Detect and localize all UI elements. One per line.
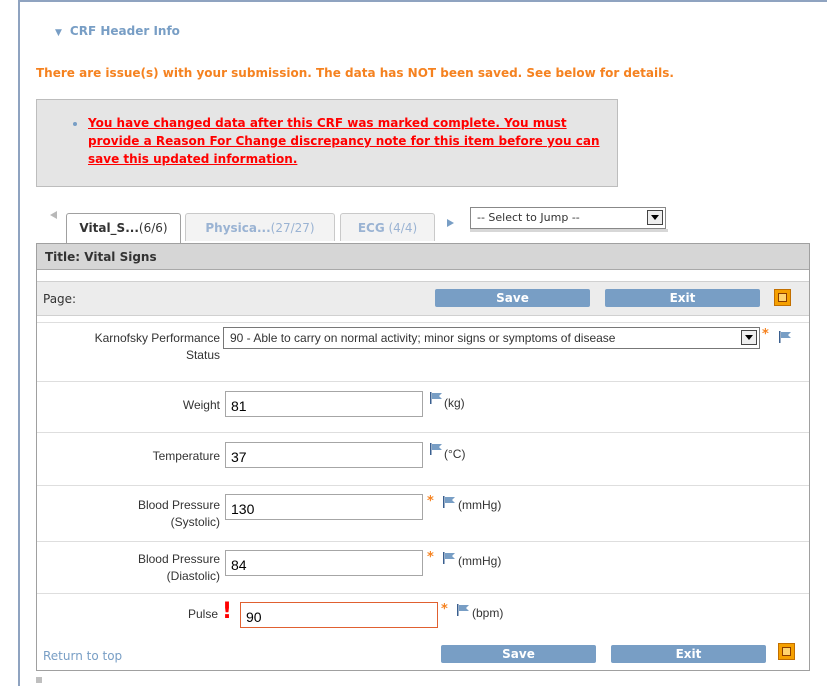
temperature-input[interactable]: 37 bbox=[225, 442, 423, 468]
weight-row: Weight 81 (kg) bbox=[37, 381, 809, 432]
weight-unit: (kg) bbox=[444, 396, 465, 410]
tab-scroll-left-icon[interactable] bbox=[50, 211, 57, 219]
tab-physical-exam[interactable]: Physica...(27/27) bbox=[185, 213, 335, 241]
bp-systolic-row: Blood Pressure (Systolic) 130 * (mmHg) bbox=[37, 485, 809, 541]
bp-diastolic-row: Blood Pressure (Diastolic) 84 * (mmHg) bbox=[37, 541, 809, 593]
alert-detail-box: You have changed data after this CRF was… bbox=[36, 99, 618, 187]
tab-label: ECG bbox=[357, 221, 385, 235]
save-button[interactable]: Save bbox=[435, 289, 590, 307]
frame-top-border bbox=[18, 0, 827, 2]
bullet-icon bbox=[73, 122, 77, 126]
print-icon[interactable] bbox=[774, 289, 791, 306]
exit-button-bottom[interactable]: Exit bbox=[611, 645, 766, 663]
bp-systolic-label: Blood Pressure (Systolic) bbox=[137, 498, 220, 529]
karnofsky-select[interactable]: 90 - Able to carry on normal activity; m… bbox=[223, 327, 760, 349]
discrepancy-flag-icon[interactable] bbox=[442, 496, 456, 508]
tab-scroll-right-icon[interactable] bbox=[447, 219, 454, 227]
discrepancy-flag-icon[interactable] bbox=[429, 443, 443, 455]
karnofsky-row: Karnofsky Performance Status 90 - Able t… bbox=[37, 322, 809, 381]
tab-count: (27/27) bbox=[270, 221, 315, 235]
bp-systolic-input[interactable]: 130 bbox=[225, 494, 423, 520]
bp-diastolic-input[interactable]: 84 bbox=[225, 550, 423, 576]
jump-select-shadow bbox=[470, 229, 668, 232]
frame-left-border bbox=[18, 0, 20, 686]
karnofsky-select-value: 90 - Able to carry on normal activity; m… bbox=[230, 331, 616, 345]
error-exclamation-icon: ! bbox=[222, 599, 233, 624]
jump-select[interactable]: -- Select to Jump -- bbox=[470, 207, 666, 229]
tab-vital-signs[interactable]: Vital_S...(6/6) bbox=[66, 213, 181, 244]
section-title: Title: Vital Signs bbox=[37, 244, 809, 270]
print-icon[interactable] bbox=[778, 643, 795, 660]
page-toolbar: Page: Save Exit bbox=[37, 281, 809, 316]
required-asterisk: * bbox=[762, 327, 769, 342]
exit-button[interactable]: Exit bbox=[605, 289, 760, 307]
required-asterisk: * bbox=[427, 550, 434, 565]
tab-ecg[interactable]: ECG (4/4) bbox=[340, 213, 435, 241]
page-label: Page: bbox=[43, 292, 77, 306]
weight-label: Weight bbox=[182, 398, 220, 412]
return-to-top-link[interactable]: Return to top bbox=[43, 649, 122, 663]
discrepancy-flag-icon[interactable] bbox=[429, 392, 443, 404]
discrepancy-flag-icon[interactable] bbox=[778, 331, 792, 343]
temperature-unit: (°C) bbox=[444, 447, 466, 461]
required-asterisk: * bbox=[441, 602, 448, 617]
tab-count: (4/4) bbox=[384, 221, 418, 235]
crf-header-info-label: CRF Header Info bbox=[69, 24, 180, 38]
tab-label: Physica... bbox=[205, 221, 271, 235]
jump-select-value: -- Select to Jump -- bbox=[477, 211, 580, 224]
triangle-down-icon: ▼ bbox=[55, 28, 62, 38]
bp-diastolic-unit: (mmHg) bbox=[458, 554, 502, 568]
scrollbar-handle[interactable] bbox=[36, 677, 42, 683]
pulse-label: Pulse bbox=[187, 607, 218, 621]
temperature-row: Temperature 37 (°C) bbox=[37, 432, 809, 485]
discrepancy-flag-icon[interactable] bbox=[442, 552, 456, 564]
crf-section-panel: Title: Vital Signs Page: Save Exit Karno… bbox=[36, 243, 810, 671]
alert-detail-text: You have changed data after this CRF was… bbox=[88, 116, 600, 166]
bp-diastolic-label: Blood Pressure (Diastolic) bbox=[137, 552, 220, 583]
save-button-bottom[interactable]: Save bbox=[441, 645, 596, 663]
pulse-unit: (bpm) bbox=[472, 606, 504, 620]
crf-header-info-toggle[interactable]: ▼ CRF Header Info bbox=[55, 24, 180, 38]
tab-label: Vital_S... bbox=[79, 221, 139, 235]
pulse-input[interactable]: 90 bbox=[240, 602, 438, 628]
required-asterisk: * bbox=[427, 494, 434, 509]
pulse-row: Pulse ! 90 * (bpm) bbox=[37, 593, 809, 639]
tab-count: (6/6) bbox=[138, 221, 168, 235]
karnofsky-label: Karnofsky Performance Status bbox=[94, 331, 220, 362]
discrepancy-flag-icon[interactable] bbox=[456, 604, 470, 616]
bp-systolic-unit: (mmHg) bbox=[458, 498, 502, 512]
weight-input[interactable]: 81 bbox=[225, 391, 423, 417]
temperature-label: Temperature bbox=[152, 449, 220, 463]
dropdown-arrow-icon[interactable] bbox=[647, 210, 663, 225]
dropdown-arrow-icon[interactable] bbox=[741, 330, 757, 345]
submission-alert-message: There are issue(s) with your submission.… bbox=[36, 66, 674, 80]
